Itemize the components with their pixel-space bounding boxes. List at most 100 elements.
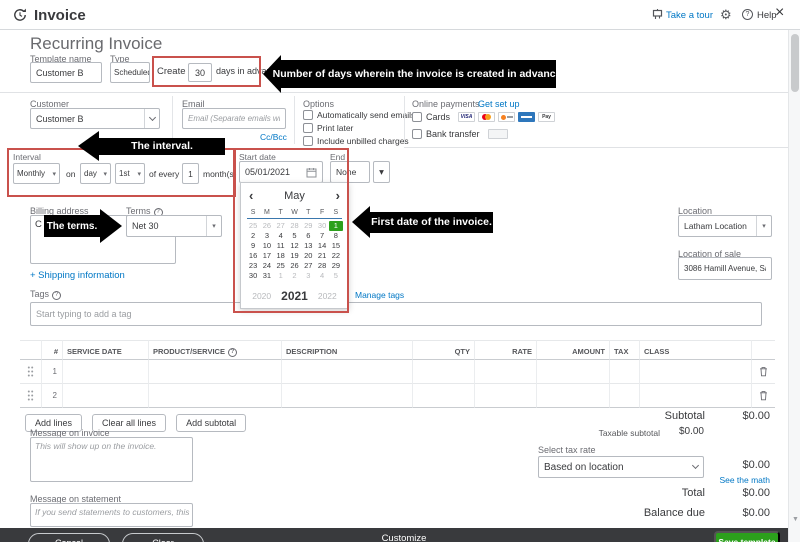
calendar-day[interactable]: 1 (274, 271, 288, 281)
clear-button[interactable]: Clear (122, 533, 204, 542)
interval-every-input[interactable] (182, 163, 199, 184)
calendar-day[interactable]: 20 (301, 251, 315, 261)
interval-ordinal-select[interactable]: 1st ▾ (115, 163, 145, 184)
days-in-advance-input[interactable] (188, 63, 212, 82)
save-template-button[interactable]: Save template (714, 531, 780, 542)
get-set-up-link[interactable]: Get set up (478, 99, 520, 109)
calendar-day[interactable]: 3 (260, 231, 274, 241)
calendar-day[interactable]: 19 (288, 251, 302, 261)
add-subtotal-button[interactable]: Add subtotal (176, 414, 247, 432)
calendar-day[interactable]: 21 (315, 251, 329, 261)
calendar-day[interactable]: 17 (260, 251, 274, 261)
calendar-day[interactable]: 29 (301, 221, 315, 231)
cell-tax[interactable] (610, 360, 640, 384)
type-select[interactable]: Scheduled▾ (110, 62, 150, 83)
end-select[interactable]: None (330, 161, 370, 183)
cell-amount[interactable] (537, 360, 610, 384)
calendar-day[interactable]: 24 (260, 261, 274, 271)
delete-line-button[interactable] (752, 384, 775, 408)
calendar-day[interactable]: 6 (301, 231, 315, 241)
cell-product-service[interactable] (149, 384, 282, 408)
calendar-day[interactable]: 18 (274, 251, 288, 261)
cell-description[interactable] (282, 384, 413, 408)
cell-rate[interactable] (475, 384, 537, 408)
cell-qty[interactable] (413, 384, 475, 408)
cell-tax[interactable] (610, 384, 640, 408)
cell-class[interactable] (640, 360, 752, 384)
calendar-day[interactable]: 11 (274, 241, 288, 251)
calendar-day[interactable]: 7 (315, 231, 329, 241)
info-icon[interactable]: ? (52, 290, 62, 300)
scrollbar-thumb[interactable] (791, 34, 799, 92)
interval-frequency-select[interactable]: Monthly ▾ (13, 163, 60, 184)
gear-icon[interactable]: ⚙ (720, 7, 732, 23)
ccbcc-link[interactable]: Cc/Bcc (260, 132, 287, 142)
calendar-day[interactable]: 26 (260, 221, 274, 231)
calendar-year-2021[interactable]: 2021 (281, 289, 308, 303)
calendar-day[interactable]: 27 (301, 261, 315, 271)
cell-description[interactable] (282, 360, 413, 384)
drag-handle[interactable] (20, 360, 42, 384)
calendar-day[interactable]: 26 (288, 261, 302, 271)
start-date-input[interactable]: 05/01/2021 (239, 161, 323, 183)
calendar-day[interactable]: 4 (274, 231, 288, 241)
message-on-invoice-textarea[interactable] (30, 437, 193, 482)
end-select-caret-button[interactable]: ▾ (373, 161, 390, 183)
calendar-year-2020[interactable]: 2020 (252, 291, 271, 301)
template-name-input[interactable] (30, 62, 102, 83)
calendar-day[interactable]: 13 (301, 241, 315, 251)
calendar-day[interactable]: 25 (246, 221, 260, 231)
cell-rate[interactable] (475, 360, 537, 384)
option-checkbox-2[interactable] (303, 136, 313, 146)
take-a-tour-link[interactable]: Take a tour (666, 10, 713, 21)
cell-service-date[interactable] (63, 360, 149, 384)
calendar-day[interactable]: 12 (288, 241, 302, 251)
tags-input[interactable] (30, 302, 762, 326)
calendar-day[interactable]: 2 (288, 271, 302, 281)
message-on-statement-textarea[interactable] (30, 503, 193, 527)
location-of-sale-input[interactable] (678, 257, 772, 280)
calendar-day[interactable]: 2 (246, 231, 260, 241)
calendar-day[interactable]: 27 (274, 221, 288, 231)
calendar-day[interactable]: 4 (315, 271, 329, 281)
email-input[interactable] (182, 108, 286, 129)
option-checkbox-0[interactable] (303, 110, 313, 120)
scrollbar-track[interactable]: ▼ (788, 30, 800, 542)
calendar-day[interactable]: 23 (246, 261, 260, 271)
help-circle-icon[interactable]: ? (742, 9, 753, 20)
terms-select[interactable]: Net 30 ▾ (126, 215, 222, 237)
calendar-day[interactable]: 1 (328, 221, 343, 231)
calendar-day[interactable]: 15 (329, 241, 343, 251)
cell-class[interactable] (640, 384, 752, 408)
location-select[interactable]: Latham Location ▾ (678, 215, 772, 237)
calendar-day[interactable]: 16 (246, 251, 260, 261)
calendar-year-2022[interactable]: 2022 (318, 291, 337, 301)
cell-amount[interactable] (537, 384, 610, 408)
scroll-down-icon[interactable]: ▼ (792, 516, 799, 523)
info-icon[interactable]: ? (227, 347, 237, 357)
calendar-next-icon[interactable]: › (336, 188, 340, 203)
calendar-day[interactable]: 10 (260, 241, 274, 251)
calendar-day[interactable]: 14 (315, 241, 329, 251)
calendar-day[interactable]: 9 (246, 241, 260, 251)
calendar-day[interactable]: 22 (329, 251, 343, 261)
manage-tags-link[interactable]: Manage tags (355, 290, 404, 300)
interval-day-select[interactable]: day ▾ (80, 163, 111, 184)
calendar-day[interactable]: 30 (246, 271, 260, 281)
cards-checkbox[interactable] (412, 112, 422, 122)
close-icon[interactable]: × (775, 4, 784, 22)
cell-service-date[interactable] (63, 384, 149, 408)
calendar-day[interactable]: 3 (301, 271, 315, 281)
calendar-day[interactable]: 28 (288, 221, 302, 231)
cancel-button[interactable]: Cancel (28, 533, 110, 542)
calendar-day[interactable]: 8 (329, 231, 343, 241)
cell-qty[interactable] (413, 360, 475, 384)
calendar-day[interactable]: 5 (288, 231, 302, 241)
calendar-day[interactable]: 31 (260, 271, 274, 281)
cell-product-service[interactable] (149, 360, 282, 384)
calendar-day[interactable]: 5 (329, 271, 343, 281)
bank-transfer-checkbox[interactable] (412, 129, 422, 139)
calendar-day[interactable]: 25 (274, 261, 288, 271)
tax-rate-select[interactable]: Based on location (538, 456, 704, 478)
drag-handle[interactable] (20, 384, 42, 408)
